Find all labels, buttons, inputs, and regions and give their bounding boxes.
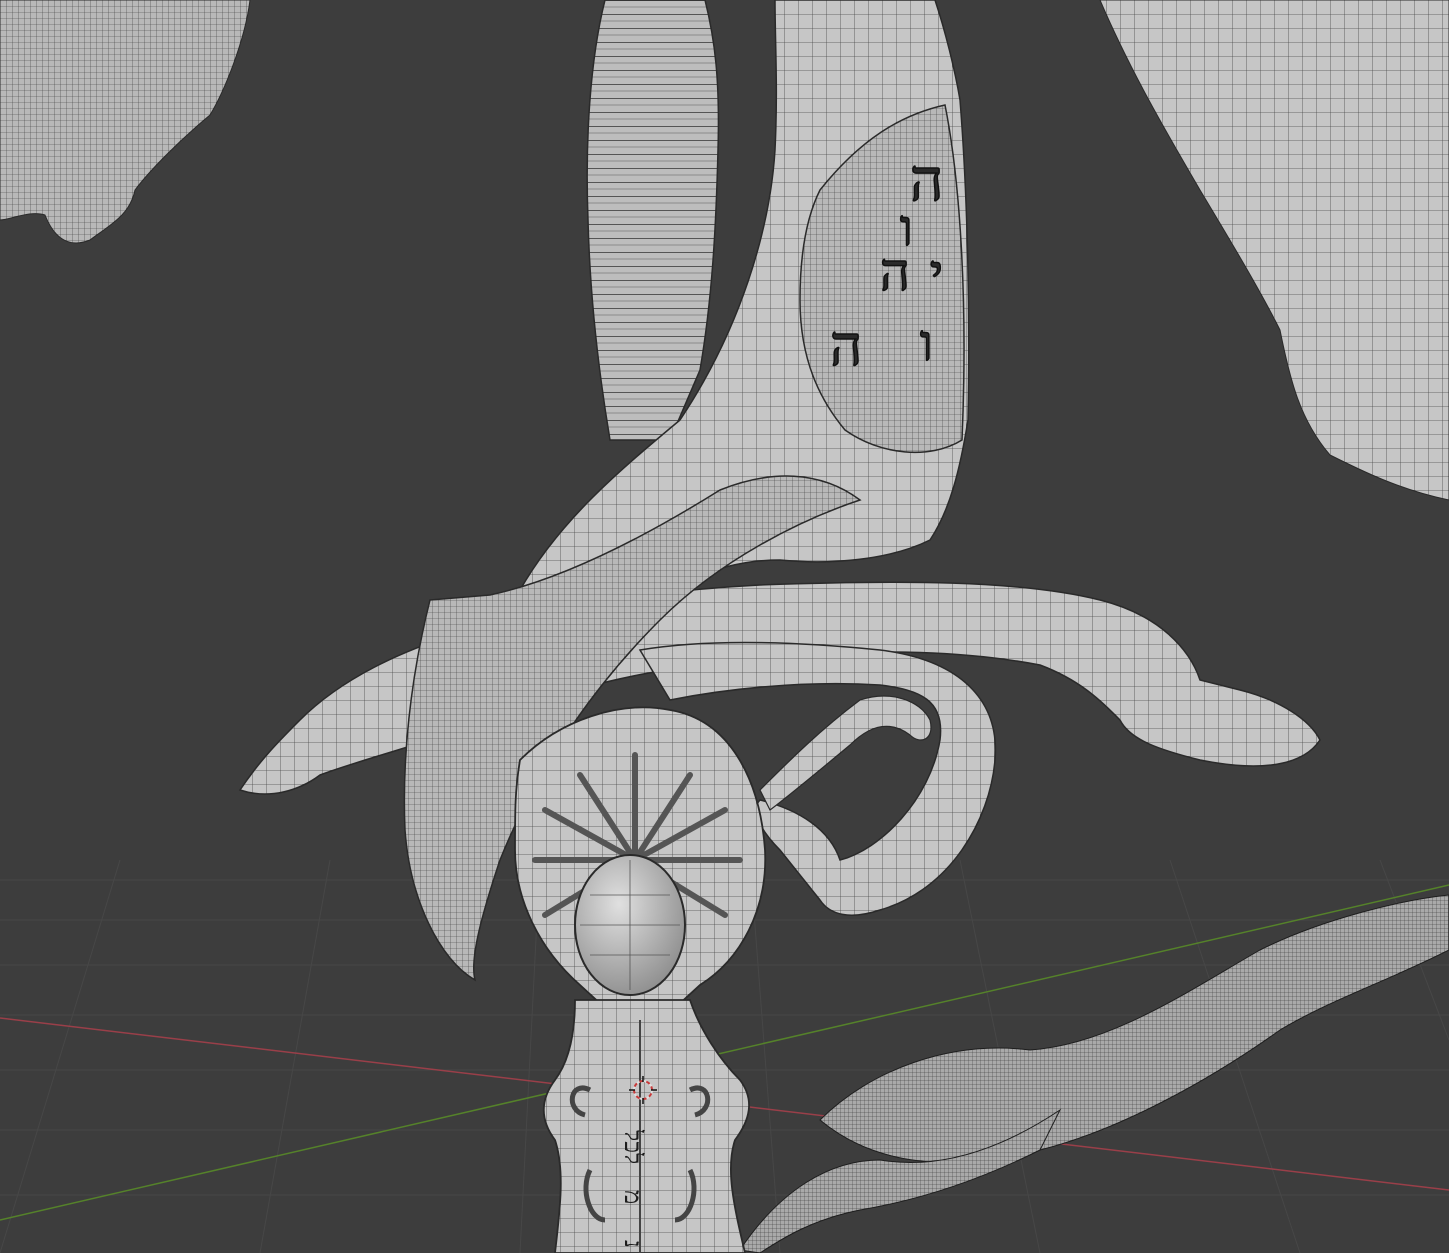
inscription-glyph: י [930,244,943,302]
inscription-glyph: ה [830,314,862,379]
sleeve-mesh-top-right[interactable] [1099,0,1449,501]
ribbon-mesh-bottom-right[interactable] [819,894,1449,1163]
crossguard[interactable] [238,581,1321,795]
coiled-grip[interactable] [586,0,720,441]
blade-inscription-line: לכל [619,1129,647,1164]
guard-curl[interactable] [759,695,932,811]
viewport-canvas[interactable]: ה ו ה י ה ו לכל מ נ [0,0,1449,1253]
inscription-glyph: ה [880,243,910,303]
3d-viewport[interactable]: ה ו ה י ה ו לכל מ נ [0,0,1449,1253]
blade-inscription-line: מ [619,1190,647,1204]
inscription-glyph: ו [920,314,933,372]
blade-inscription-line: נ [619,1240,647,1248]
cloth-mesh-top-left[interactable] [0,0,251,244]
inscription-glyph: ה [910,146,943,214]
blade-ricasso[interactable] [542,999,750,1253]
